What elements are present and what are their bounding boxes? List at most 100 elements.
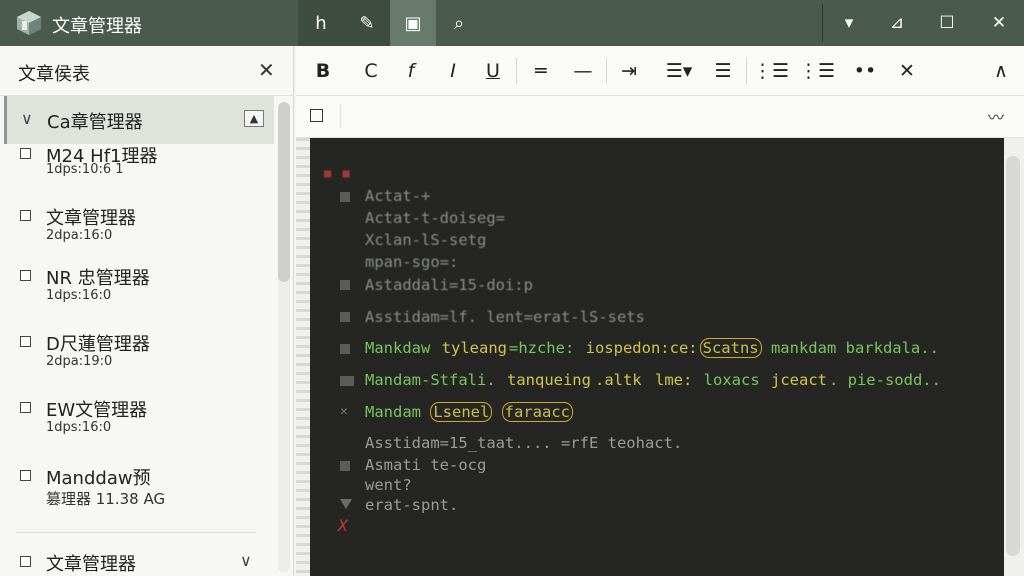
highlight: .altk <box>594 371 642 389</box>
search-tool-button[interactable]: ⌕ <box>436 0 482 46</box>
more-button[interactable]: •• <box>850 56 880 86</box>
list-item[interactable]: Manddaw预 篡理器 11.38 AG <box>16 464 266 512</box>
line-bullet <box>340 344 350 354</box>
item-name: EW文管理器 <box>46 400 148 421</box>
sidebar-bottom-item[interactable]: 文章管理器 <box>46 550 136 576</box>
toolbar-divider <box>606 58 607 84</box>
pin-button[interactable]: ⊿ <box>874 0 920 46</box>
checkbox-icon[interactable] <box>310 109 323 122</box>
editor-line: Astaddali=15-doi:p <box>365 276 533 294</box>
list-item[interactable]: D尺蓮管理器 2dpa:19:0 <box>16 330 266 374</box>
item-meta: 1dps:16:0 <box>46 420 112 435</box>
text-run: Mandam <box>365 371 421 389</box>
title-bar: 文章管理器 h ✎ ▣ ⌕ ▾ ⊿ ☐ ✕ <box>0 0 1024 46</box>
secondary-toolbar: 〰 <box>296 96 1024 138</box>
pen-tool-button[interactable]: ✎ <box>344 0 390 46</box>
line-bullet <box>340 461 350 471</box>
highlight: tanqueing <box>497 371 591 389</box>
editor-scroll-thumb[interactable] <box>1006 156 1020 556</box>
window-menu-button[interactable]: ▾ <box>826 0 872 46</box>
list-item[interactable]: 文章管理器 2dpa:16:0 <box>16 204 266 248</box>
text-run: Mankdaw <box>365 339 440 357</box>
circled-highlight: Scatns <box>699 338 762 358</box>
app-logo-icon <box>17 11 41 35</box>
sidebar-header: 文章侯表 ✕ <box>0 46 294 96</box>
item-checkbox[interactable] <box>20 470 31 481</box>
line-bullet <box>340 280 350 290</box>
editor-line: Actat-t-doiseg= <box>365 209 505 227</box>
item-checkbox[interactable] <box>20 402 31 413</box>
toolbar-divider <box>746 58 747 84</box>
format-toolbar: B C f I U ═ — ⇥ ☰▾ ☰ ⋮☰ ⋮☰ •• ✕ ∧ <box>296 46 1024 96</box>
list-button[interactable]: ⋮☰ <box>753 56 789 86</box>
collapse-toolbar-button[interactable]: ∧ <box>986 56 1016 86</box>
editor-line-green: Mandam Lsenel faraacc <box>365 402 573 422</box>
item-meta: 篡理器 11.38 AG <box>46 490 166 508</box>
item-meta: 2dpa:16:0 <box>46 228 113 243</box>
editor-line: Asstidam=15_taat.... =rfE teohact. <box>365 434 683 452</box>
maximize-button[interactable]: ☐ <box>924 0 970 46</box>
highlight: tyleang <box>441 339 507 357</box>
editor-line: went? <box>365 476 412 494</box>
chevron-down-icon: ▾ <box>844 13 854 33</box>
collapse-group-icon[interactable]: ▲ <box>244 110 264 127</box>
align-button[interactable]: ☰ <box>708 56 738 86</box>
pen-icon: ✎ <box>359 12 375 34</box>
editor-line: erat-spnt. <box>365 496 459 514</box>
red-x-mark: X <box>338 516 348 535</box>
item-checkbox[interactable] <box>20 556 31 567</box>
maximize-icon: ☐ <box>939 13 955 33</box>
list-item[interactable]: M24 Hf1理器 1dps:10:6 1 <box>16 142 266 182</box>
app-window: 文章管理器 h ✎ ▣ ⌕ ▾ ⊿ ☐ ✕ 文章侯表 ✕ ∨ Ca章管理器 ▲ … <box>0 0 1024 576</box>
line-x-marker: ✕ <box>340 404 348 419</box>
indent-button[interactable]: ⇥ <box>614 56 644 86</box>
text-run: . pie-sodd.. <box>828 371 941 389</box>
highlight: jceact <box>761 371 827 389</box>
item-checkbox[interactable] <box>20 148 31 159</box>
sidebar-close-icon[interactable]: ✕ <box>258 58 275 82</box>
sidebar-group-header[interactable]: ∨ Ca章管理器 ▲ <box>4 96 274 144</box>
text-tool-icon: h <box>315 12 327 34</box>
chevron-down-icon[interactable]: ∨ <box>240 551 252 570</box>
item-name: D尺蓮管理器 <box>46 334 150 355</box>
line-bullet <box>340 376 354 386</box>
horizontal-line-button[interactable]: — <box>568 56 598 86</box>
item-meta: 1dps:16:0 <box>46 288 112 303</box>
bold-button[interactable]: B <box>308 56 338 86</box>
clear-format-button[interactable]: ✕ <box>892 56 922 86</box>
item-checkbox[interactable] <box>20 336 31 347</box>
shapes-tool-button[interactable]: ▣ <box>390 0 436 46</box>
item-meta: 1dps:10:6 1 <box>46 162 124 177</box>
chevron-down-icon: ∨ <box>21 109 33 128</box>
list-item[interactable]: EW文管理器 1dps:16:0 <box>16 396 266 440</box>
red-markers: ■ ■ <box>324 166 352 180</box>
toolbar-divider <box>516 58 517 84</box>
item-name: 文章管理器 <box>46 208 136 229</box>
item-checkbox[interactable] <box>20 210 31 221</box>
editor-line: mpan-sgo=: <box>365 253 459 271</box>
text-tool-button[interactable]: h <box>298 0 344 46</box>
c-button[interactable]: C <box>356 56 386 86</box>
slant-button[interactable]: I <box>438 56 468 86</box>
rule-button[interactable]: ═ <box>526 56 556 86</box>
numbered-list-button[interactable]: ⋮☰ <box>799 56 835 86</box>
editor-area[interactable]: ■ ■ Actat-+ Actat-t-doiseg= Xclan-lS-set… <box>310 138 1004 576</box>
align-menu-button[interactable]: ☰▾ <box>658 56 700 86</box>
item-meta: 2dpa:19:0 <box>46 354 113 369</box>
text-run: mankdam barkdala.. <box>761 339 939 357</box>
editor-gutter <box>296 138 310 576</box>
search-icon: ⌕ <box>453 12 465 34</box>
wave-icon[interactable]: 〰 <box>988 104 1004 128</box>
item-checkbox[interactable] <box>20 270 31 281</box>
italic-button[interactable]: f <box>396 56 426 86</box>
pin-icon: ⊿ <box>889 13 905 33</box>
highlight: lme: <box>645 371 693 389</box>
sidebar-scroll-thumb[interactable] <box>278 102 290 282</box>
text-run: Mandam <box>365 403 431 421</box>
list-item[interactable]: NR 忠管理器 1dps:16:0 <box>16 264 266 308</box>
underline-button[interactable]: U <box>478 56 508 86</box>
sidebar-divider <box>16 532 256 533</box>
close-icon: ✕ <box>991 13 1007 33</box>
text-run: loxacs <box>694 371 760 389</box>
close-window-button[interactable]: ✕ <box>976 0 1022 46</box>
